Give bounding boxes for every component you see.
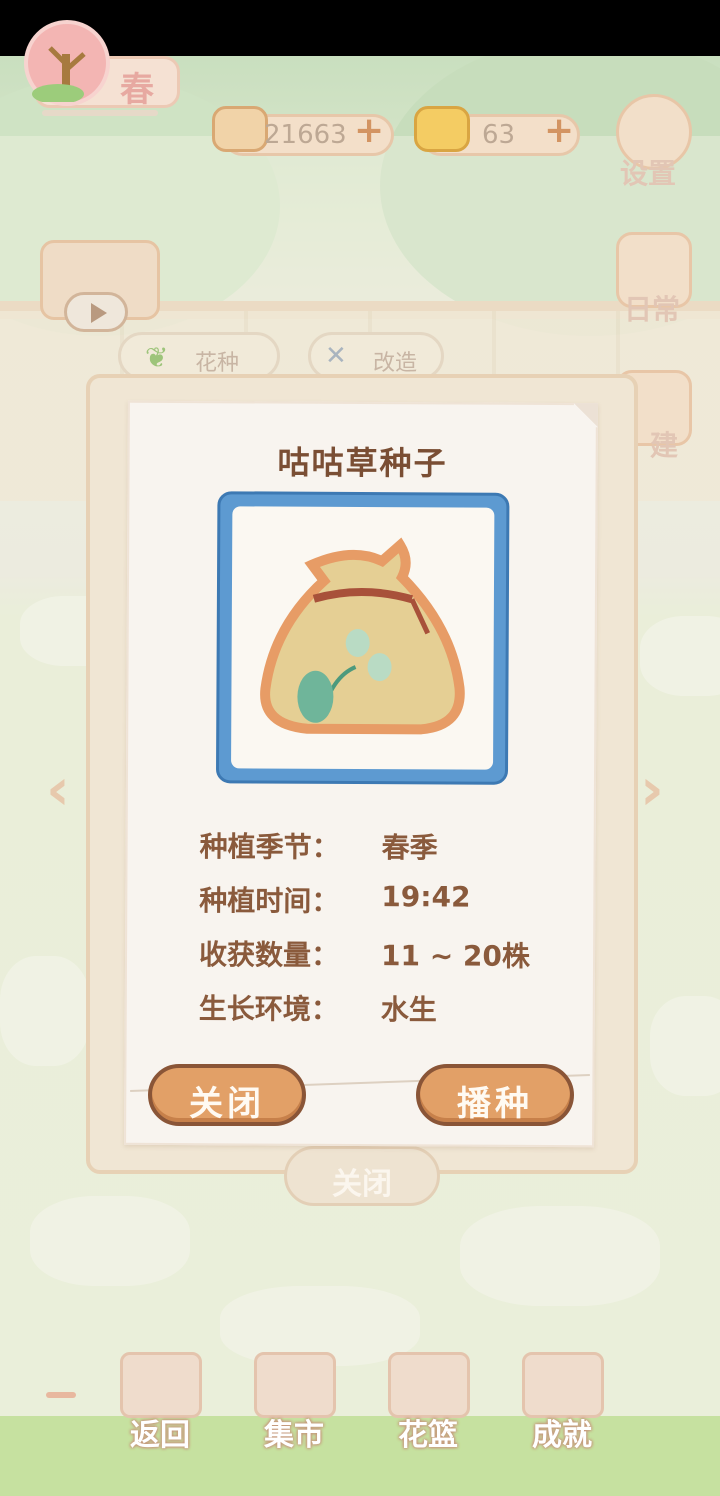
close-button-label: 关闭 — [189, 1084, 265, 1124]
tab-renovate[interactable]: 改造 ✕ — [308, 332, 444, 380]
sow-button-label: 播种 — [457, 1084, 533, 1124]
tab-flower-seeds-label: 花种 — [195, 351, 240, 376]
cheese-count: 63 — [482, 120, 516, 150]
bottom-grass — [0, 1416, 720, 1496]
close-button[interactable]: 关闭 — [148, 1064, 306, 1126]
wrench-icon: ✕ — [325, 341, 347, 371]
fish-add-button[interactable]: + — [354, 110, 384, 151]
play-video-button[interactable] — [64, 292, 128, 332]
environment-row-value: 水生 — [380, 993, 437, 1027]
harvest-row-value: 11 ~ 20株 — [380, 939, 531, 973]
nav-basket-label[interactable]: 花篮 — [378, 1410, 478, 1454]
environment-row-label: 生长环境： — [198, 992, 339, 1026]
tab-renovate-label: 改造 — [373, 351, 418, 376]
season-row-value: 春季 — [381, 831, 438, 865]
season-row-label: 种植季节： — [199, 830, 340, 864]
fish-count: 21663 — [264, 120, 347, 150]
daily-label: 日常 — [624, 293, 681, 326]
season-tree-icon — [24, 20, 110, 106]
build-label: 建 — [650, 429, 679, 462]
cheese-add-button[interactable]: + — [544, 110, 574, 151]
nav-market-label[interactable]: 集市 — [244, 1410, 344, 1454]
flower-basket-icon[interactable] — [388, 1352, 470, 1418]
seed-bag-icon — [231, 506, 495, 770]
paper-fold — [573, 403, 598, 428]
sow-button[interactable]: 播种 — [416, 1064, 574, 1126]
drawer-handle[interactable] — [46, 1392, 76, 1398]
market-stall-icon[interactable] — [254, 1352, 336, 1418]
season-progress-bar — [42, 110, 158, 116]
background-close-label: 关闭 — [332, 1167, 392, 1202]
sprout-icon: ❦ — [145, 341, 169, 374]
background-close-button[interactable]: 关闭 — [284, 1146, 440, 1206]
time-row-value: 19:42 — [381, 880, 471, 914]
nav-achievements-label[interactable]: 成就 — [512, 1410, 612, 1454]
seed-image-frame — [215, 491, 510, 785]
seed-detail-card: 咕咕草种子 种植季节： 春季 种植时间： 19:42 收获数量： 11 ~ 20… — [124, 400, 598, 1148]
fish-bone-icon — [212, 106, 268, 152]
season-label: 春 — [120, 70, 154, 110]
cheese-icon — [414, 106, 470, 152]
nav-return-label[interactable]: 返回 — [110, 1410, 210, 1454]
time-row-label: 种植时间： — [199, 884, 340, 918]
seed-title: 咕咕草种子 — [277, 443, 448, 483]
status-bar — [0, 0, 720, 56]
return-gate-icon[interactable] — [120, 1352, 202, 1418]
next-arrow-icon[interactable]: › — [640, 755, 664, 823]
trophy-icon[interactable] — [522, 1352, 604, 1418]
settings-label: 设置 — [620, 157, 677, 190]
previous-arrow-icon[interactable]: ‹ — [46, 755, 70, 823]
harvest-row-label: 收获数量： — [198, 938, 340, 972]
tab-flower-seeds[interactable]: 花种 ❦ — [118, 332, 280, 380]
